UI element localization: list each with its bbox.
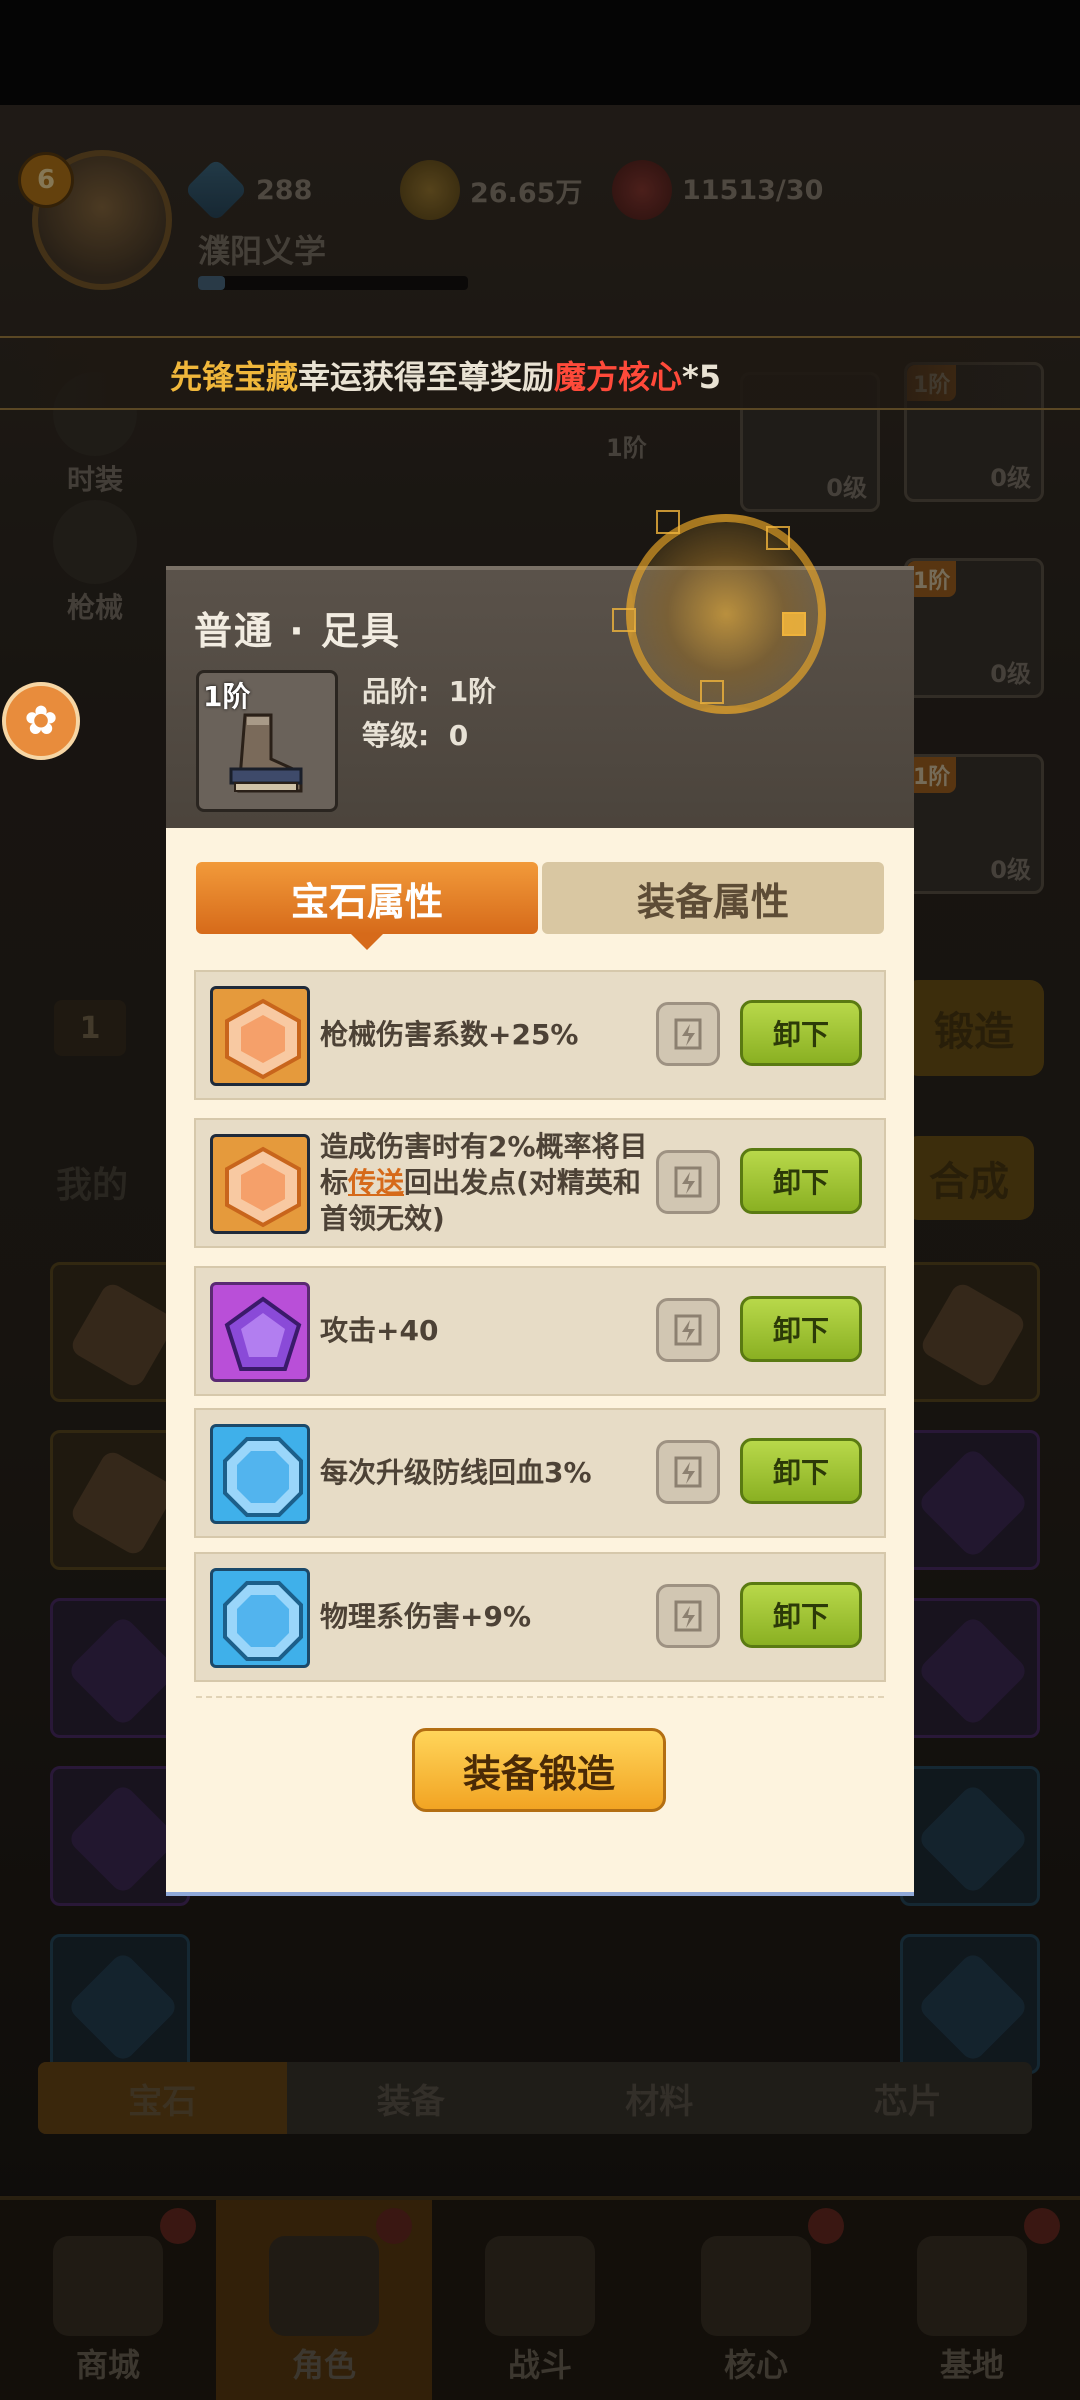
gem-description: 攻击+40 bbox=[320, 1314, 439, 1347]
orange-gem-icon bbox=[210, 986, 310, 1086]
orange-gem-icon bbox=[210, 1134, 310, 1234]
unload-gem-button[interactable]: 卸下 bbox=[740, 1000, 862, 1066]
purple-gem-icon bbox=[210, 1282, 310, 1382]
teleport-link[interactable]: 传送 bbox=[348, 1166, 404, 1199]
modal-title: 普通 · 足具 bbox=[194, 609, 401, 653]
level-value: 0 bbox=[448, 719, 469, 752]
gem-description: 物理系伤害+9% bbox=[320, 1600, 531, 1633]
broadcast-message: 先锋宝藏幸运获得至尊奖励魔方核心*5 bbox=[170, 352, 721, 398]
swap-gem-button[interactable] bbox=[656, 1584, 720, 1648]
attribute-tabs: 宝石属性 装备属性 bbox=[196, 862, 884, 950]
gem-description: 造成伤害时有2%概率将目标传送回出发点(对精英和首领无效) bbox=[320, 1120, 650, 1246]
status-bar-area bbox=[0, 0, 1080, 105]
swap-icon bbox=[674, 1314, 702, 1346]
gem-row: 枪械伤害系数+25% 卸下 bbox=[194, 970, 886, 1100]
swap-gem-button[interactable] bbox=[656, 1150, 720, 1214]
blue-gem-icon bbox=[210, 1568, 310, 1668]
equipment-forge-button[interactable]: 装备锻造 bbox=[412, 1728, 666, 1812]
highlight-marker bbox=[612, 608, 636, 632]
gem-row: 物理系伤害+9% 卸下 bbox=[194, 1552, 886, 1682]
tab-gem-attributes[interactable]: 宝石属性 bbox=[196, 862, 538, 950]
swap-icon bbox=[674, 1456, 702, 1488]
highlight-marker bbox=[700, 680, 724, 704]
grade-value: 1阶 bbox=[448, 675, 497, 708]
highlight-marker bbox=[766, 526, 790, 550]
gem-row: 造成伤害时有2%概率将目标传送回出发点(对精英和首领无效) 卸下 bbox=[194, 1118, 886, 1248]
modal-header: 普通 · 足具 1阶 品阶: 1阶 等级: 0 bbox=[166, 510, 914, 828]
blue-gem-icon bbox=[210, 1424, 310, 1524]
tab-equipment-attributes[interactable]: 装备属性 bbox=[542, 862, 884, 934]
modal-body: 宝石属性 装备属性 枪械伤害系数+25% 卸下 造成伤害时有2%概率将目标传送回… bbox=[166, 828, 914, 1896]
level-line: 等级: 0 bbox=[362, 714, 468, 754]
unload-gem-button[interactable]: 卸下 bbox=[740, 1582, 862, 1648]
grade-label: 品阶: bbox=[362, 675, 430, 708]
swap-gem-button[interactable] bbox=[656, 1440, 720, 1504]
unload-gem-button[interactable]: 卸下 bbox=[740, 1438, 862, 1504]
broadcast-reward: 魔方核心 bbox=[554, 358, 683, 396]
grade-line: 品阶: 1阶 bbox=[362, 670, 496, 710]
gem-description: 枪械伤害系数+25% bbox=[320, 1018, 579, 1051]
highlight-marker bbox=[656, 510, 680, 534]
highlight-marker bbox=[782, 612, 806, 636]
broadcast-text: 幸运获得至尊奖励 bbox=[298, 358, 555, 396]
swap-gem-button[interactable] bbox=[656, 1298, 720, 1362]
swap-icon bbox=[674, 1018, 702, 1050]
game-screen: 6 濮阳义学 288 26.65万 11513/30 时装 枪械 1阶 0级 1… bbox=[0, 0, 1080, 2400]
broadcast-banner: 先锋宝藏幸运获得至尊奖励魔方核心*5 bbox=[0, 336, 1080, 410]
item-thumbnail: 1阶 bbox=[196, 670, 338, 812]
gem-row: 攻击+40 卸下 bbox=[194, 1266, 886, 1396]
gem-description: 每次升级防线回血3% bbox=[320, 1456, 592, 1489]
swap-icon bbox=[674, 1600, 702, 1632]
broadcast-count: *5 bbox=[682, 358, 722, 396]
divider bbox=[196, 1696, 884, 1698]
gem-row: 每次升级防线回血3% 卸下 bbox=[194, 1408, 886, 1538]
broadcast-event: 先锋宝藏 bbox=[170, 358, 299, 396]
side-event-icon[interactable]: ✿ bbox=[2, 682, 80, 760]
equipment-detail-modal: 普通 · 足具 1阶 品阶: 1阶 等级: 0 宝石属性 装备属性 枪械伤害系数… bbox=[166, 510, 914, 1896]
unload-gem-button[interactable]: 卸下 bbox=[740, 1148, 862, 1214]
unload-gem-button[interactable]: 卸下 bbox=[740, 1296, 862, 1362]
swap-icon bbox=[674, 1166, 702, 1198]
level-label: 等级: bbox=[362, 719, 430, 752]
boots-icon bbox=[229, 713, 303, 793]
swap-gem-button[interactable] bbox=[656, 1002, 720, 1066]
